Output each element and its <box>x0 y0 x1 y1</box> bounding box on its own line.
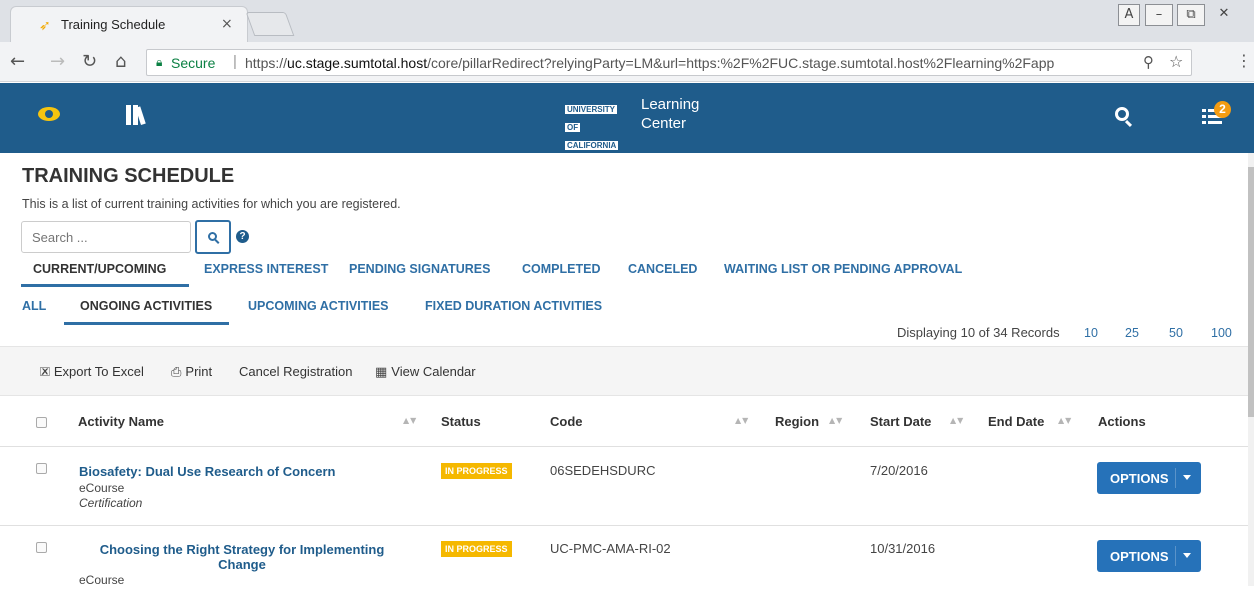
action-toolbar: 🗷︎ Export To Excel ⎙ Print Cancel Registra… <box>0 346 1248 396</box>
tab-waiting-list[interactable]: WAITING LIST OR PENDING APPROVAL <box>724 262 962 276</box>
sort-icon[interactable]: ▲▼ <box>735 416 749 425</box>
tab-all[interactable]: ALL <box>22 299 46 313</box>
eye-icon[interactable] <box>38 107 60 121</box>
column-actions: Actions <box>1098 414 1146 429</box>
bookmark-star-icon[interactable]: ☆ <box>1169 52 1183 71</box>
records-count: Displaying 10 of 34 Records <box>897 325 1060 340</box>
address-bar: ← → ↻ ⌂ 🔒︎ Secure | https://uc.stage.sum… <box>0 42 1254 82</box>
primary-tabs: CURRENT/UPCOMING EXPRESS INTEREST PENDIN… <box>0 262 1254 290</box>
sort-icon[interactable]: ▲▼ <box>829 416 843 425</box>
page-title: TRAINING SCHEDULE <box>22 165 235 187</box>
tab-current-upcoming[interactable]: CURRENT/UPCOMING <box>33 262 166 276</box>
cancel-registration-button[interactable]: Cancel Registration <box>239 364 352 379</box>
start-date: 7/20/2016 <box>870 463 928 478</box>
restore-icon[interactable]: ⧉ <box>1177 4 1205 26</box>
favicon-icon: ➶ <box>39 18 51 34</box>
app-header: UNIVERSITY OF CALIFORNIA Learning Center… <box>0 83 1254 153</box>
page-size-25[interactable]: 25 <box>1125 326 1139 340</box>
column-region[interactable]: Region <box>775 414 819 429</box>
url-text: https://uc.stage.sumtotal.host/core/pill… <box>245 55 1055 71</box>
table-row: Biosafety: Dual Use Research of Concern … <box>0 448 1248 526</box>
activity-code: 06SEDEHSDURC <box>550 463 656 478</box>
browser-menu-icon[interactable]: ⋮ <box>1236 51 1252 70</box>
activity-code: UC-PMC-AMA-RI-02 <box>550 541 671 556</box>
tab-ongoing-activities[interactable]: ONGOING ACTIVITIES <box>80 299 212 313</box>
activity-name-link[interactable]: Choosing the Right Strategy for Implemen… <box>79 542 405 572</box>
home-icon[interactable]: ⌂ <box>115 51 126 72</box>
sort-icon[interactable]: ▲▼ <box>1058 416 1072 425</box>
tab-fixed-duration-activities[interactable]: FIXED DURATION ACTIVITIES <box>425 299 602 313</box>
page-size-50[interactable]: 50 <box>1169 326 1183 340</box>
activity-type: eCourse <box>79 573 125 587</box>
table-header: Activity Name ▲▼ Status Code ▲▼ Region ▲… <box>0 397 1248 447</box>
chevron-down-icon[interactable] <box>1183 553 1191 558</box>
row-checkbox[interactable] <box>36 463 47 474</box>
options-button[interactable]: OPTIONS <box>1097 462 1201 494</box>
print-icon: ⎙ <box>171 365 182 380</box>
activity-name-link[interactable]: Biosafety: Dual Use Research of Concern <box>79 464 335 479</box>
close-tab-icon[interactable]: × <box>221 16 233 32</box>
print-button[interactable]: ⎙ Print <box>171 364 212 380</box>
browser-tab[interactable]: ➶ Training Schedule × <box>10 6 248 42</box>
page-size-100[interactable]: 100 <box>1211 326 1232 340</box>
excel-icon: 🗷︎ <box>40 365 50 380</box>
column-end-date[interactable]: End Date <box>988 414 1044 429</box>
tab-completed[interactable]: COMPLETED <box>522 262 600 276</box>
page-size-10[interactable]: 10 <box>1084 326 1098 340</box>
calendar-icon: ▦ <box>375 365 388 380</box>
status-badge: IN PROGRESS <box>441 463 512 479</box>
table-row: Choosing the Right Strategy for Implemen… <box>0 527 1248 597</box>
tab-upcoming-activities[interactable]: UPCOMING ACTIVITIES <box>248 299 389 313</box>
page-description: This is a list of current training activ… <box>22 197 401 211</box>
active-subtab-indicator <box>64 322 229 325</box>
activity-type: eCourse <box>79 481 125 495</box>
search-icon[interactable] <box>1115 107 1133 128</box>
view-calendar-button[interactable]: ▦ View Calendar <box>375 364 476 380</box>
start-date: 10/31/2016 <box>870 541 936 556</box>
forward-icon[interactable]: → <box>50 51 65 72</box>
options-button[interactable]: OPTIONS <box>1097 540 1201 572</box>
notification-badge: 2 <box>1214 101 1231 118</box>
column-code[interactable]: Code <box>550 414 583 429</box>
search-button[interactable] <box>195 220 231 254</box>
page-scrollbar[interactable] <box>1248 153 1254 586</box>
tab-pending-signatures[interactable]: PENDING SIGNATURES <box>349 262 490 276</box>
url-field[interactable]: 🔒︎ Secure | https://uc.stage.sumtotal.ho… <box>146 49 1192 76</box>
reload-icon[interactable]: ↻ <box>82 51 97 72</box>
browser-tab-title: Training Schedule <box>61 17 166 32</box>
sort-icon[interactable]: ▲▼ <box>950 416 964 425</box>
profile-icon[interactable]: A <box>1118 4 1140 26</box>
minimize-icon[interactable]: – <box>1145 4 1173 26</box>
lock-icon: 🔒︎ <box>156 55 163 69</box>
search-input[interactable] <box>21 221 191 253</box>
help-icon[interactable]: ? <box>236 230 249 243</box>
browser-tab-bar: ➶ Training Schedule × A – ⧉ ✕ <box>0 0 1254 42</box>
activity-category: Certification <box>79 496 143 510</box>
status-badge: IN PROGRESS <box>441 541 512 557</box>
active-tab-indicator <box>21 284 189 287</box>
row-checkbox[interactable] <box>36 542 47 553</box>
close-window-icon[interactable]: ✕ <box>1210 4 1238 26</box>
export-to-excel-button[interactable]: 🗷︎ Export To Excel <box>40 364 144 380</box>
secondary-tabs: ALL ONGOING ACTIVITIES UPCOMING ACTIVITI… <box>0 299 1254 329</box>
select-all-checkbox[interactable] <box>36 417 47 428</box>
secure-label: Secure <box>171 55 216 71</box>
new-tab-button[interactable] <box>245 12 295 36</box>
back-icon[interactable]: ← <box>10 51 25 72</box>
column-start-date[interactable]: Start Date <box>870 414 931 429</box>
column-status: Status <box>441 414 481 429</box>
sort-icon[interactable]: ▲▼ <box>403 416 417 425</box>
scrollbar-thumb[interactable] <box>1248 167 1254 417</box>
zoom-icon[interactable]: ⚲ <box>1143 53 1154 71</box>
library-icon[interactable] <box>126 103 150 125</box>
university-of-california-logo: UNIVERSITY OF CALIFORNIA <box>565 105 619 150</box>
app-title: Learning Center <box>641 96 700 132</box>
chevron-down-icon[interactable] <box>1183 475 1191 480</box>
tab-canceled[interactable]: CANCELED <box>628 262 697 276</box>
tab-express-interest[interactable]: EXPRESS INTEREST <box>204 262 328 276</box>
column-activity-name[interactable]: Activity Name <box>78 414 164 429</box>
